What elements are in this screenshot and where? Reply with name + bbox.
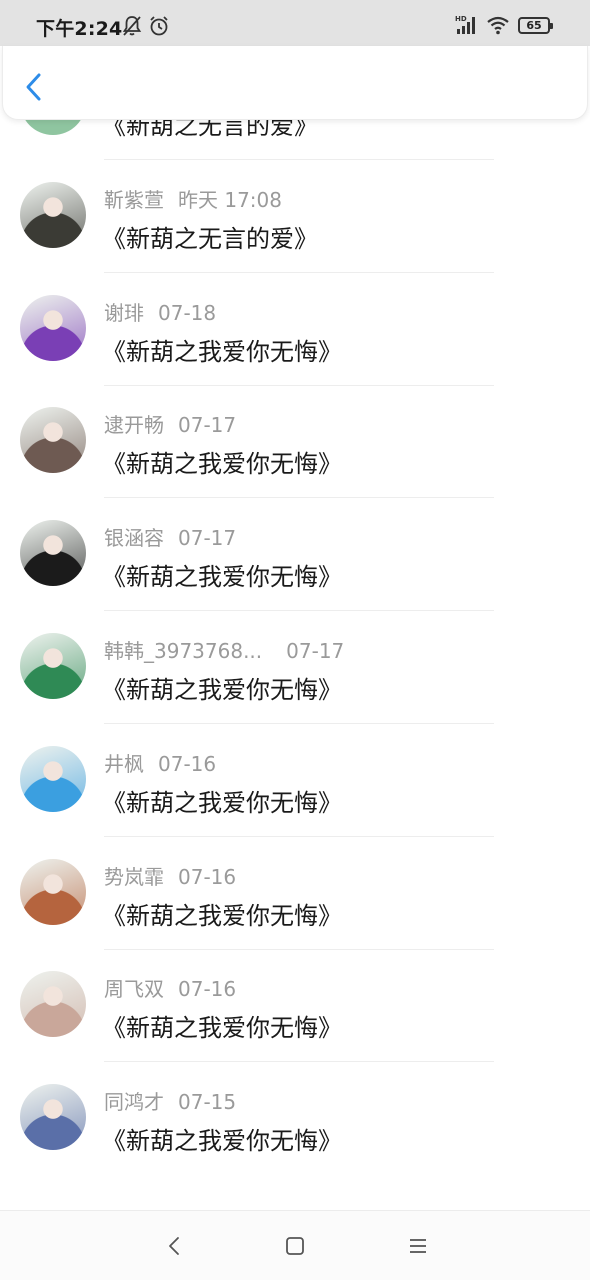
list-item[interactable]: 靳紫萱 昨天 17:08 《新葫之无言的爱》 bbox=[0, 160, 590, 273]
work-title[interactable]: 《新葫之我爱你无悔》 bbox=[102, 1121, 342, 1156]
item-meta: 韩韩_3973768... 07-17 bbox=[104, 635, 344, 664]
item-meta: 靳紫萱 昨天 17:08 bbox=[104, 184, 282, 213]
post-time: 07-16 bbox=[178, 977, 237, 1002]
work-title[interactable]: 《新葫之我爱你无悔》 bbox=[102, 670, 342, 705]
post-time: 07-16 bbox=[178, 864, 237, 889]
user-name[interactable]: 逮开畅 bbox=[104, 413, 164, 437]
item-meta: 势岚霏 07-16 bbox=[104, 861, 236, 890]
svg-text:HD: HD bbox=[455, 15, 467, 23]
nav-back-icon[interactable] bbox=[163, 1235, 187, 1257]
system-nav-bar bbox=[0, 1210, 590, 1280]
item-meta: 周飞双 07-16 bbox=[104, 973, 236, 1002]
user-name[interactable]: 谢琲 bbox=[104, 301, 144, 325]
work-title[interactable]: 《新葫之我爱你无悔》 bbox=[102, 783, 342, 818]
header-bar bbox=[2, 46, 588, 120]
status-bar: 下午2:24 HD 65 bbox=[0, 0, 590, 46]
avatar[interactable] bbox=[20, 407, 86, 474]
nav-home-icon[interactable] bbox=[283, 1235, 307, 1257]
user-name[interactable]: 靳紫萱 bbox=[104, 188, 164, 212]
avatar[interactable] bbox=[20, 294, 86, 361]
post-time: 07-17 bbox=[178, 413, 237, 438]
post-time: 07-17 bbox=[286, 639, 345, 663]
avatar[interactable] bbox=[20, 971, 86, 1038]
user-name[interactable]: 周飞双 bbox=[104, 977, 164, 1001]
post-time: 昨天 17:08 bbox=[178, 187, 282, 212]
post-time: 07-15 bbox=[178, 1090, 237, 1115]
item-meta: 井枫 07-16 bbox=[104, 748, 216, 777]
work-title[interactable]: 《新葫之我爱你无悔》 bbox=[102, 1008, 342, 1043]
post-time: 07-18 bbox=[158, 300, 217, 325]
comment-list: 桂楚安昨天 18:27《新葫之无言的爱》靳紫萱昨天 17:08《新葫之无言的爱》… bbox=[0, 80, 590, 1210]
avatar[interactable] bbox=[20, 1084, 86, 1151]
work-title[interactable]: 《新葫之我爱你无悔》 bbox=[102, 896, 342, 931]
alarm-icon bbox=[150, 16, 168, 36]
signal-hd-icon: HD bbox=[455, 15, 475, 34]
post-time: 07-16 bbox=[158, 751, 217, 776]
status-time: 下午2:24 bbox=[36, 18, 123, 40]
work-title[interactable]: 《新葫之我爱你无悔》 bbox=[102, 557, 342, 592]
work-title[interactable]: 《新葫之无言的爱》 bbox=[102, 219, 318, 254]
item-meta: 逮开畅 07-17 bbox=[104, 409, 236, 438]
user-name[interactable]: 韩韩_3973768... bbox=[104, 639, 262, 663]
back-button[interactable] bbox=[19, 70, 51, 104]
list-item[interactable]: 银涵容 07-17 《新葫之我爱你无悔》 bbox=[0, 498, 590, 612]
avatar[interactable] bbox=[20, 745, 86, 812]
wifi-icon bbox=[487, 16, 509, 35]
list-item[interactable]: 井枫 07-16 《新葫之我爱你无悔》 bbox=[0, 724, 590, 837]
nav-menu-icon[interactable] bbox=[406, 1235, 430, 1257]
user-name[interactable]: 井枫 bbox=[104, 752, 144, 776]
avatar[interactable] bbox=[20, 633, 86, 699]
bell-muted-icon bbox=[122, 16, 142, 36]
list-item[interactable]: 韩韩_3973768... 07-17 《新葫之我爱你无悔》 bbox=[0, 611, 590, 724]
list-item[interactable]: 逮开畅 07-17 《新葫之我爱你无悔》 bbox=[0, 385, 590, 499]
work-title[interactable]: 《新葫之我爱你无悔》 bbox=[102, 332, 342, 367]
avatar[interactable] bbox=[20, 858, 86, 925]
item-meta: 银涵容 07-17 bbox=[104, 522, 236, 551]
list-item[interactable]: 谢琲 07-18 《新葫之我爱你无悔》 bbox=[0, 273, 590, 386]
list-item[interactable]: 势岚霏 07-16 《新葫之我爱你无悔》 bbox=[0, 837, 590, 950]
user-name[interactable]: 同鸿才 bbox=[104, 1090, 164, 1114]
post-time: 07-17 bbox=[178, 526, 237, 551]
avatar[interactable] bbox=[20, 520, 86, 587]
user-name[interactable]: 银涵容 bbox=[104, 526, 164, 550]
user-name[interactable]: 势岚霏 bbox=[104, 865, 164, 889]
item-meta: 谢琲 07-18 bbox=[104, 297, 216, 326]
item-meta: 同鸿才 07-15 bbox=[104, 1086, 236, 1115]
battery-icon: 65 bbox=[518, 17, 553, 34]
battery-level: 65 bbox=[526, 19, 542, 32]
avatar[interactable] bbox=[20, 181, 86, 248]
list-item[interactable]: 同鸿才 07-15 《新葫之我爱你无悔》 bbox=[0, 1062, 590, 1175]
work-title[interactable]: 《新葫之我爱你无悔》 bbox=[102, 444, 342, 479]
list-item[interactable]: 周飞双 07-16 《新葫之我爱你无悔》 bbox=[0, 949, 590, 1063]
